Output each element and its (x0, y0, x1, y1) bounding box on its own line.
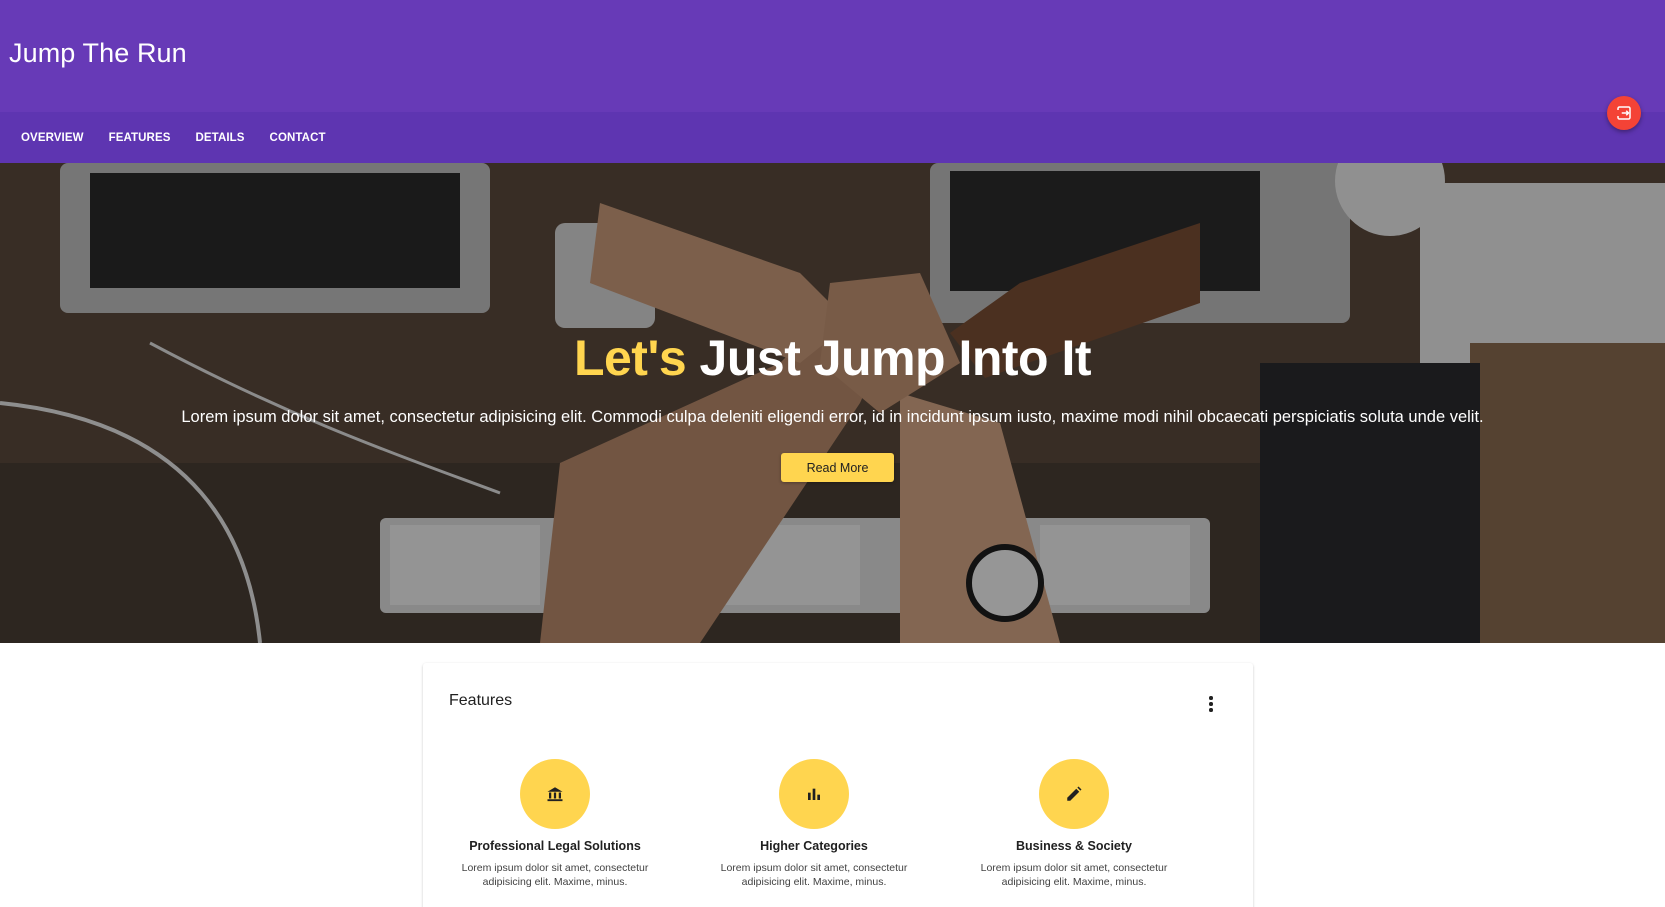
menu-dot (1209, 702, 1213, 706)
page: Jump The Run OVERVIEW FEATURES DETAILS C… (0, 0, 1665, 907)
feature-item-business: Business & Society Lorem ipsum dolor sit… (964, 759, 1184, 889)
feature-title: Business & Society (1015, 839, 1132, 853)
feature-item-categories: Higher Categories Lorem ipsum dolor sit … (704, 759, 924, 889)
menu-dot (1209, 708, 1213, 712)
feature-icon-circle (1039, 759, 1109, 829)
more-vert-icon[interactable] (1204, 694, 1218, 714)
header-nav: OVERVIEW FEATURES DETAILS CONTACT (0, 112, 1665, 163)
features-card-title: Features (449, 692, 513, 709)
hero-text: Lorem ipsum dolor sit amet, consectetur … (181, 408, 1484, 426)
hero-overlay (0, 163, 1665, 643)
bar-chart-icon (808, 788, 820, 800)
hero-title-rest: Just Jump Into It (686, 330, 1092, 386)
hero-title-accent: Let's (573, 330, 687, 386)
read-more-button[interactable]: Read More (781, 453, 894, 482)
nav-link-features[interactable]: FEATURES (109, 132, 171, 144)
feature-title: Professional Legal Solutions (469, 839, 641, 853)
nav-link-contact[interactable]: CONTACT (270, 132, 326, 144)
site-title: Jump The Run (9, 38, 187, 68)
feature-title: Higher Categories (760, 839, 868, 853)
feature-item-legal: Professional Legal Solutions Lorem ipsum… (445, 759, 665, 889)
hero-section: Let's Just Jump Into It Lorem ipsum dolo… (0, 163, 1665, 643)
nav-link-details[interactable]: DETAILS (196, 132, 245, 144)
menu-dot (1209, 696, 1213, 700)
header-top-bar: Jump The Run (0, 0, 1665, 112)
bank-icon (547, 787, 563, 802)
feature-icon-circle (520, 759, 590, 829)
feature-text: Lorem ipsum dolor sit amet, consectetur … (720, 862, 908, 888)
feature-text: Lorem ipsum dolor sit amet, consectetur … (461, 862, 649, 888)
feature-icon-circle (779, 759, 849, 829)
pencil-icon (1067, 786, 1082, 801)
exit-to-app-icon (1616, 106, 1631, 120)
features-card: Features Professional Legal Solutions Lo… (423, 663, 1253, 907)
hero-title: Let's Just Jump Into It (0, 329, 1665, 387)
feature-text: Lorem ipsum dolor sit amet, consectetur … (980, 862, 1168, 888)
nav-link-overview[interactable]: OVERVIEW (21, 132, 84, 144)
exit-fab-button[interactable] (1607, 96, 1641, 130)
